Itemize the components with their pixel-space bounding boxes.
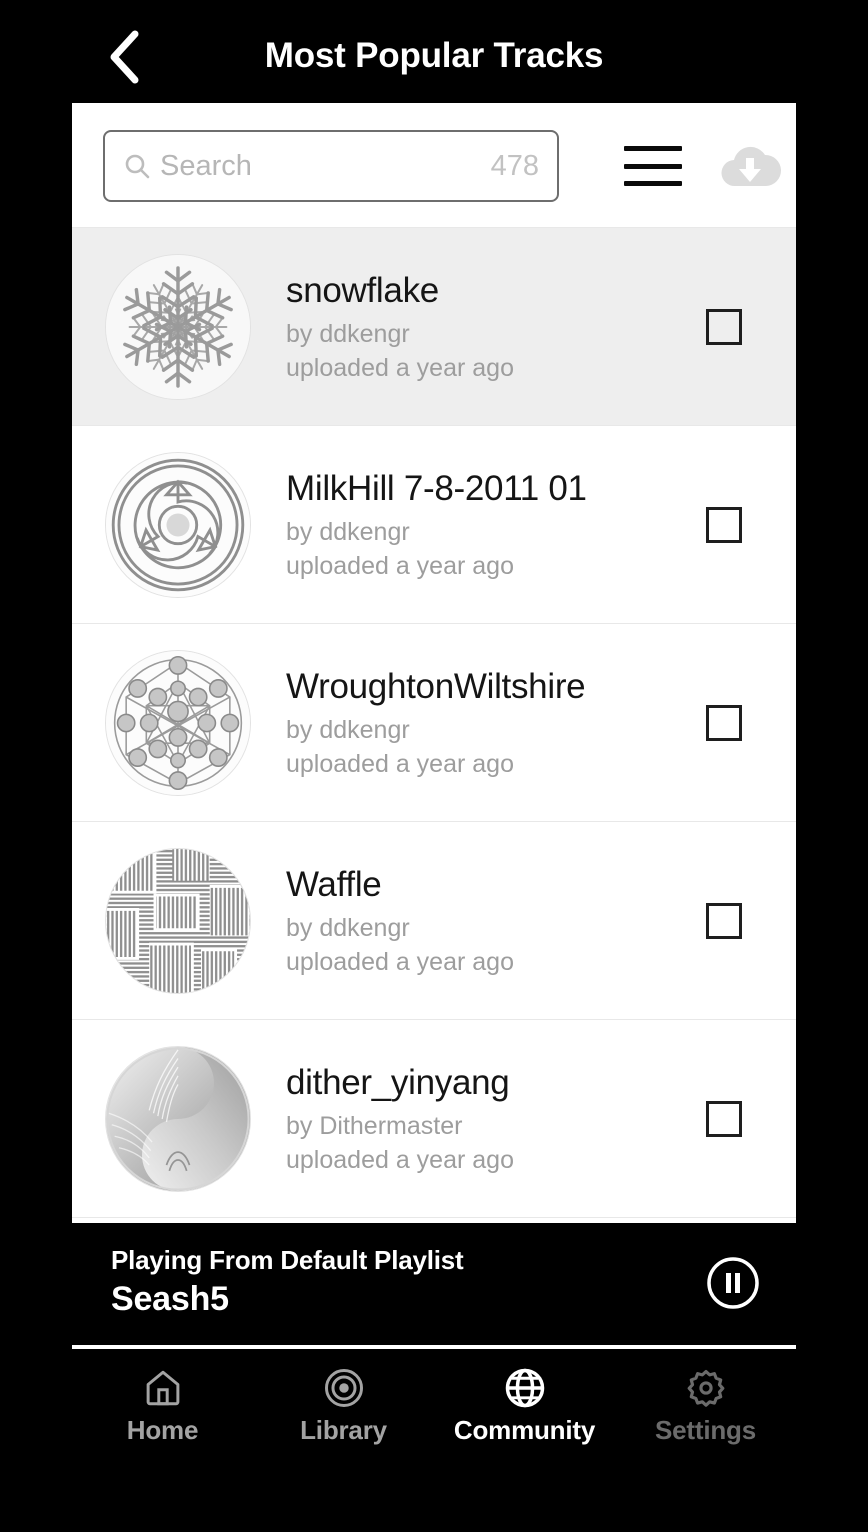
track-select-checkbox[interactable] (706, 308, 742, 345)
nav-item-library[interactable]: Library (253, 1367, 434, 1446)
hamburger-bar (624, 163, 682, 169)
track-title: Waffle (286, 864, 382, 904)
hamburger-bar (624, 146, 682, 151)
track-thumbnail (105, 253, 251, 400)
track-author: by Dithermaster (286, 1111, 463, 1140)
target-icon (324, 1369, 363, 1407)
cloud-download-icon (721, 146, 781, 187)
nav-label: Home (126, 1415, 199, 1445)
snowflake-fractal-thumbnail (106, 254, 250, 399)
track-row[interactable]: Waffle by ddkengr uploaded a year ago (72, 822, 796, 1020)
hatched-maze-thumbnail (106, 848, 250, 993)
track-info: Waffle by ddkengr uploaded a year ago (286, 863, 706, 979)
gear-icon (687, 1369, 724, 1407)
app-screen: Most Popular Tracks Search 478 snowflake… (0, 0, 868, 1532)
track-author: by ddkengr (286, 517, 410, 546)
track-thumbnail (105, 1045, 251, 1192)
nav-item-settings[interactable]: Settings (615, 1367, 796, 1446)
pause-button[interactable] (705, 1255, 761, 1311)
page-title: Most Popular Tracks (264, 36, 604, 75)
hamburger-menu-button[interactable] (602, 143, 704, 189)
search-placeholder-text: Search (160, 149, 252, 182)
track-row[interactable]: MilkHill 7-8-2011 01 by ddkengr uploaded… (72, 426, 796, 624)
track-title: dither_yinyang (286, 1062, 510, 1102)
node-network-thumbnail (106, 650, 250, 795)
nav-label: Settings (655, 1415, 756, 1445)
track-author: by ddkengr (286, 715, 410, 744)
track-uploaded: uploaded a year ago (286, 353, 514, 382)
track-info: MilkHill 7-8-2011 01 by ddkengr uploaded… (286, 467, 706, 583)
search-input[interactable]: Search 478 (103, 130, 559, 202)
track-title: MilkHill 7-8-2011 01 (286, 468, 587, 508)
track-author: by ddkengr (286, 319, 410, 348)
content-card: Search 478 snowflake by ddkengr uploaded… (72, 103, 796, 1223)
track-title: WroughtonWiltshire (286, 666, 586, 706)
now-playing-bar[interactable]: Playing From Default Playlist Seash5 (72, 1223, 796, 1343)
track-uploaded: uploaded a year ago (286, 947, 514, 976)
bottom-navigation: Home Library Community Settings (72, 1349, 796, 1479)
app-header: Most Popular Tracks (0, 0, 868, 103)
nav-item-community[interactable]: Community (434, 1367, 615, 1446)
triskelion-cropcircle-thumbnail (106, 452, 250, 597)
search-icon (125, 154, 150, 179)
now-playing-source: Playing From Default Playlist (111, 1245, 464, 1275)
track-row[interactable]: snowflake by ddkengr uploaded a year ago (72, 228, 796, 426)
pause-circle-icon (707, 1257, 759, 1309)
nav-item-home[interactable]: Home (72, 1367, 253, 1446)
nav-label: Community (453, 1415, 596, 1445)
home-icon (146, 1370, 179, 1406)
dither-yinyang-thumbnail (106, 1046, 250, 1191)
track-select-checkbox[interactable] (706, 704, 742, 741)
track-select-checkbox[interactable] (706, 506, 742, 543)
track-title: snowflake (286, 270, 439, 310)
track-thumbnail (105, 451, 251, 598)
globe-icon (505, 1368, 544, 1408)
track-uploaded: uploaded a year ago (286, 551, 514, 580)
track-row[interactable]: dither_yinyang by Dithermaster uploaded … (72, 1020, 796, 1218)
download-button[interactable] (704, 133, 796, 199)
track-thumbnail (105, 649, 251, 796)
track-info: snowflake by ddkengr uploaded a year ago (286, 269, 706, 385)
track-author: by ddkengr (286, 913, 410, 942)
track-thumbnail (105, 847, 251, 994)
hamburger-bar (624, 181, 682, 186)
track-info: dither_yinyang by Dithermaster uploaded … (286, 1061, 706, 1177)
track-select-checkbox[interactable] (706, 1100, 742, 1137)
nav-label: Library (300, 1415, 387, 1445)
search-result-count: 478 (490, 149, 539, 182)
track-row[interactable]: WroughtonWiltshire by ddkengr uploaded a… (72, 624, 796, 822)
search-toolbar: Search 478 (72, 103, 796, 228)
track-list: snowflake by ddkengr uploaded a year ago (72, 228, 796, 1218)
track-select-checkbox[interactable] (706, 902, 742, 939)
track-uploaded: uploaded a year ago (286, 749, 514, 778)
track-info: WroughtonWiltshire by ddkengr uploaded a… (286, 665, 706, 781)
now-playing-track: Seash5 (111, 1280, 229, 1318)
track-uploaded: uploaded a year ago (286, 1145, 514, 1174)
